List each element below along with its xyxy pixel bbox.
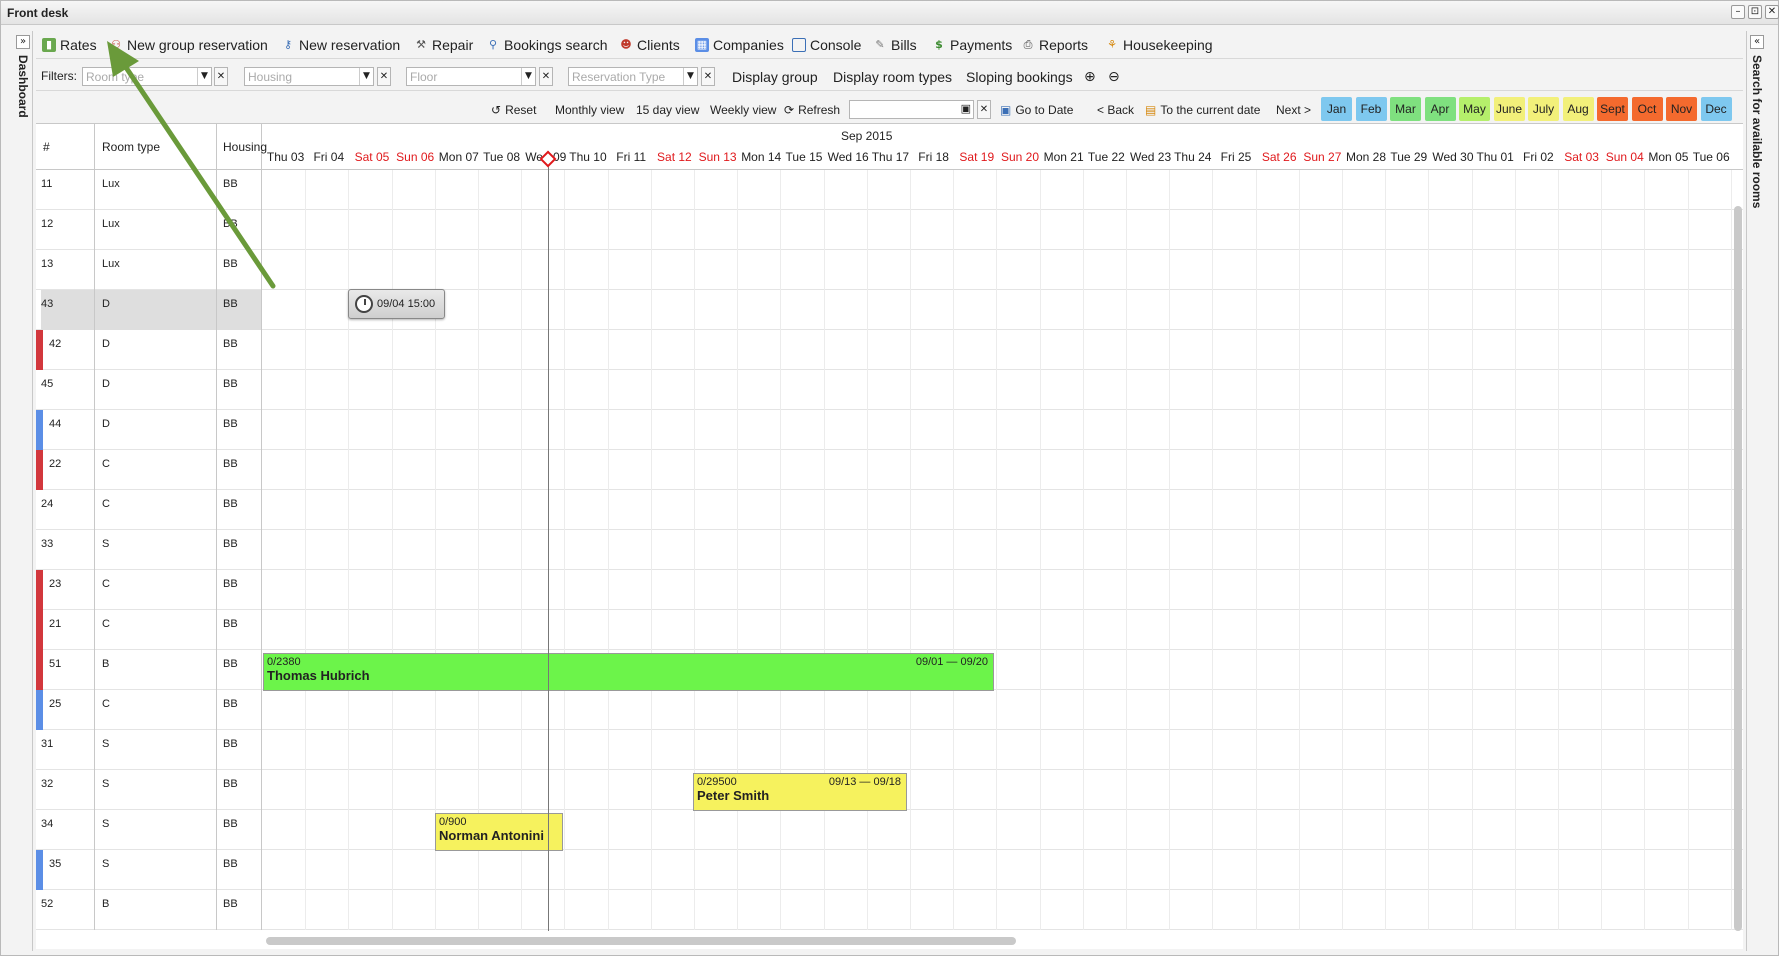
- annotation-arrow: [107, 41, 276, 289]
- front-desk-window: Front desk – ⊡ ✕ » Dashboard « Search fo…: [0, 0, 1779, 956]
